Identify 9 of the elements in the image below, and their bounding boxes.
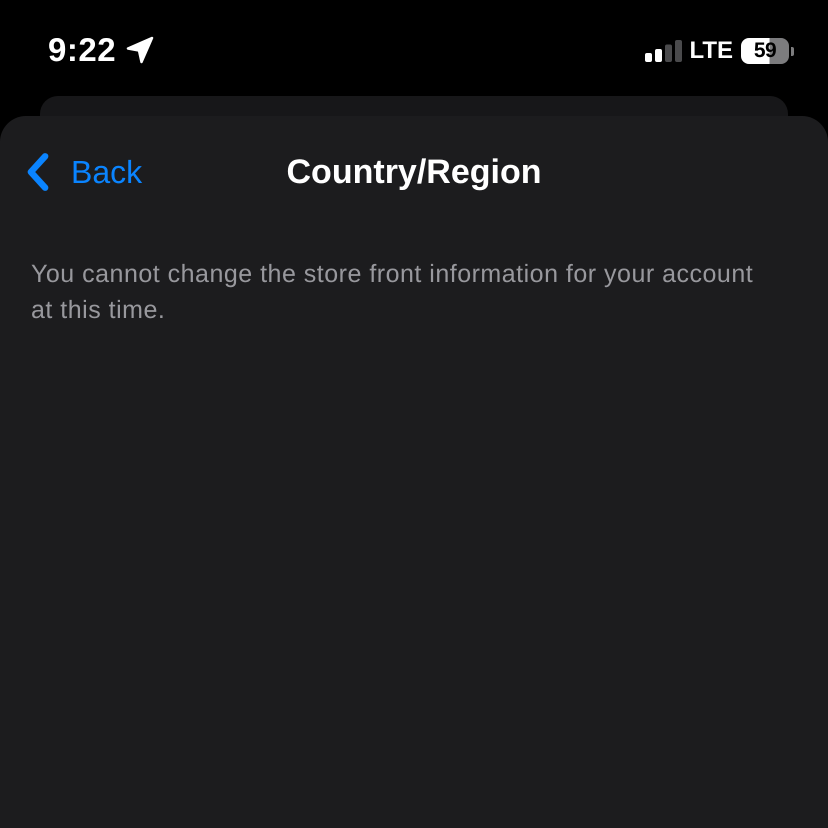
signal-bars-icon xyxy=(645,40,684,62)
info-message: You cannot change the store front information for your account at this time. xyxy=(31,259,754,326)
location-arrow-icon xyxy=(126,36,154,64)
page-title: Country/Region xyxy=(286,153,542,191)
chevron-left-icon xyxy=(25,152,51,192)
status-time: 9:22 xyxy=(48,32,116,68)
battery-indicator: 59 xyxy=(741,38,794,64)
network-label: LTE xyxy=(689,38,733,64)
back-button[interactable]: Back xyxy=(25,152,142,192)
